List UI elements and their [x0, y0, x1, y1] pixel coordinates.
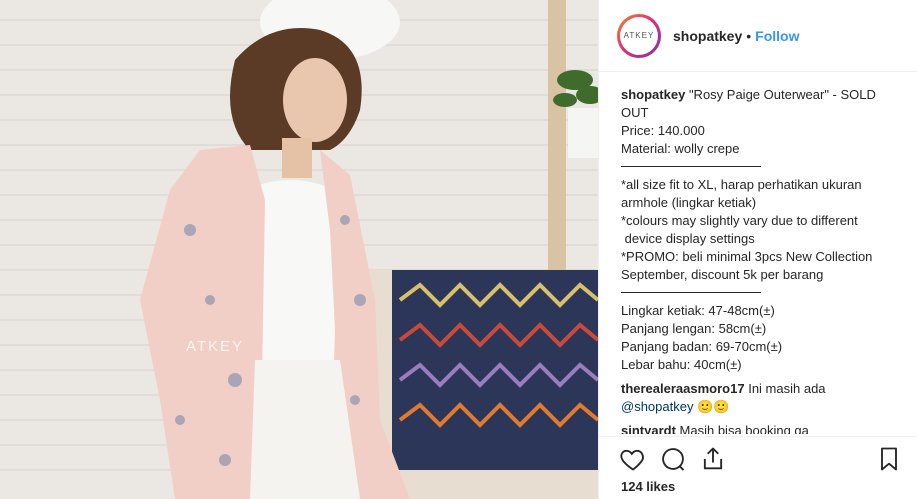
photo-watermark: ATKEY [186, 338, 245, 355]
caption-price: Price: 140.000 [621, 123, 705, 138]
comment-username[interactable]: sintyardt [621, 423, 676, 434]
comment-item: sintyardt Masih bisa booking ga [621, 422, 903, 434]
caption-measurement: Panjang lengan: 58cm(±) [621, 321, 767, 336]
comments-list[interactable]: shopatkey "Rosy Paige Outerwear" - SOLD … [621, 86, 903, 434]
header-username[interactable]: shopatkey [673, 28, 742, 44]
likes-count[interactable]: 124 likes [621, 479, 675, 494]
comment-mention[interactable]: @shopatkey [621, 399, 693, 414]
caption-measurement: Panjang badan: 69-70cm(±) [621, 339, 783, 354]
avatar[interactable]: ATKEY [617, 13, 661, 58]
comment-item: therealeraasmoro17 Ini masih ada @shopat… [621, 380, 903, 416]
heart-icon[interactable] [619, 445, 647, 473]
comment-text: Masih bisa booking ga [679, 423, 809, 434]
caption-divider [621, 292, 761, 293]
caption-title: shopatkey "Rosy Paige Outerwear" - SOLD … [621, 86, 903, 122]
action-bar [599, 436, 917, 472]
comment-text: Ini masih ada [748, 381, 826, 396]
caption-divider [621, 166, 761, 167]
avatar-logo: ATKEY [620, 16, 658, 55]
caption-material: Material: wolly crepe [621, 141, 740, 156]
comment-username[interactable]: therealeraasmoro17 [621, 381, 745, 396]
bookmark-icon[interactable] [875, 445, 903, 473]
caption-note: *PROMO: beli minimal 3pcs New Collection… [621, 249, 877, 282]
post-side-panel: ATKEY shopatkey • Follow shopatkey "Rosy… [598, 0, 917, 499]
comment-icon[interactable] [659, 445, 687, 473]
post-photo[interactable]: ATKEY [0, 0, 598, 499]
post-header: ATKEY shopatkey • Follow [599, 0, 917, 72]
header-separator: • [746, 27, 752, 44]
caption-measurement: Lingkar ketiak: 47-48cm(±) [621, 303, 775, 318]
follow-button[interactable]: Follow [755, 28, 799, 44]
caption-note: *colours may slightly vary due to differ… [621, 213, 858, 246]
caption-note: *all size fit to XL, harap perhatikan uk… [621, 177, 866, 210]
photo-illustration [0, 0, 598, 499]
post-container: ATKEY ATKEY shopatkey • Follow shopatkey… [0, 0, 917, 499]
share-icon[interactable] [699, 445, 727, 473]
caption-username[interactable]: shopatkey [621, 87, 685, 102]
comment-emoji: 🙂🙂 [697, 399, 730, 414]
caption-measurement: Lebar bahu: 40cm(±) [621, 357, 742, 372]
